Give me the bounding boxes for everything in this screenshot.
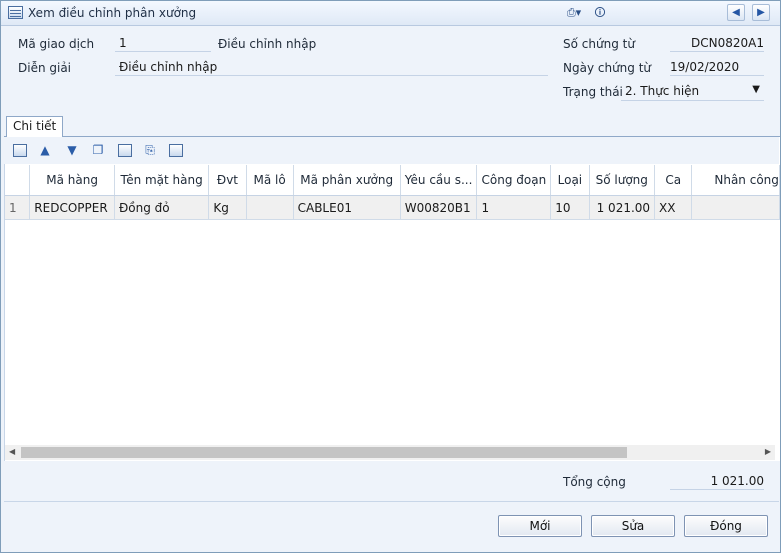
column-header-yeu-cau[interactable]: Yêu cầu s... — [400, 165, 478, 196]
transaction-code-field[interactable]: 1 — [115, 35, 211, 52]
transaction-type-text: Điều chỉnh nhập — [218, 37, 317, 51]
column-header-ma-phan-xuong[interactable]: Mã phân xưởng — [293, 165, 401, 196]
table-row[interactable]: 1 REDCOPPER Đồng đỏ Kg CABLE01 W00820B1 … — [5, 195, 780, 220]
next-record-icon[interactable]: ▶ — [752, 4, 770, 21]
document-number-field[interactable]: DCN0820A1 — [670, 35, 764, 52]
description-label: Diễn giải — [18, 61, 72, 75]
column-header-dvt[interactable]: Đvt — [208, 165, 247, 196]
status-label: Trạng thái — [563, 85, 623, 99]
print-icon[interactable]: ⎙▾ — [561, 5, 587, 21]
column-header-so-luong[interactable]: Số lượng — [589, 165, 656, 196]
detail-table: Mã hàng Tên mặt hàng Đvt Mã lô Mã phân x… — [5, 165, 780, 220]
column-header-ma-lo[interactable]: Mã lô — [246, 165, 294, 196]
columns-icon[interactable] — [169, 144, 183, 157]
close-button[interactable]: Đóng — [684, 515, 768, 537]
tab-strip: Chi tiết — [4, 114, 780, 137]
nhan-cong-cell[interactable] — [691, 195, 780, 220]
column-header-ten-mat-hang[interactable]: Tên mặt hàng — [114, 165, 210, 196]
table-header-row: Mã hàng Tên mặt hàng Đvt Mã lô Mã phân x… — [5, 165, 780, 196]
grid-toolbar: ▲ ▼ ❐ ⎘ — [4, 137, 779, 164]
description-field[interactable]: Điều chỉnh nhập — [115, 59, 548, 76]
total-label: Tổng cộng — [563, 475, 626, 489]
so-luong-cell[interactable]: 1 021.00 — [589, 195, 656, 220]
move-down-icon[interactable]: ▼ — [64, 142, 80, 158]
row-number-cell: 1 — [5, 195, 31, 220]
window-title: Xem điều chỉnh phân xưởng — [28, 6, 197, 20]
scrollbar-thumb[interactable] — [21, 447, 627, 458]
yeu-cau-cell[interactable]: W00820B1 — [400, 195, 478, 220]
info-icon[interactable]: 🛈 — [593, 5, 607, 21]
move-up-icon[interactable]: ▲ — [37, 142, 53, 158]
cong-doan-cell[interactable]: 1 — [476, 195, 552, 220]
ma-phan-xuong-cell[interactable]: CABLE01 — [293, 195, 401, 220]
export-icon[interactable]: ⎘ — [142, 142, 158, 158]
document-date-label: Ngày chứng từ — [563, 61, 652, 75]
edit-button[interactable]: Sửa — [591, 515, 675, 537]
column-header-ma-hang[interactable]: Mã hàng — [29, 165, 115, 196]
copy-icon[interactable]: ❐ — [90, 142, 106, 158]
new-button[interactable]: Mới — [498, 515, 582, 537]
main-window: Xem điều chỉnh phân xưởng ⎙▾ 🛈 ◀ ▶ Mã gi… — [0, 0, 781, 553]
tab-chi-tiet[interactable]: Chi tiết — [6, 116, 64, 137]
transaction-code-label: Mã giao dịch — [18, 37, 95, 51]
title-bar: Xem điều chỉnh phân xưởng ⎙▾ 🛈 ◀ ▶ — [1, 1, 780, 26]
ca-cell[interactable]: XX — [654, 195, 693, 220]
column-header-nhan-cong[interactable]: Nhân công — [691, 165, 780, 196]
prev-record-icon[interactable]: ◀ — [727, 4, 745, 21]
scroll-left-icon[interactable]: ◀ — [9, 447, 15, 456]
status-select[interactable]: 2. Thực hiện ▼ — [621, 82, 764, 101]
dvt-cell[interactable]: Kg — [208, 195, 247, 220]
horizontal-scrollbar[interactable]: ◀ ▶ — [5, 445, 775, 460]
delete-row-icon[interactable] — [118, 144, 132, 157]
column-header-cong-doan[interactable]: Công đoạn — [476, 165, 552, 196]
document-date-field[interactable]: 19/02/2020 — [670, 59, 764, 76]
column-header-loai[interactable]: Loại — [550, 165, 590, 196]
add-row-icon[interactable] — [13, 144, 27, 157]
footer-divider — [4, 501, 779, 502]
window-icon — [8, 6, 23, 19]
scroll-right-icon[interactable]: ▶ — [765, 447, 771, 456]
ten-mat-hang-cell[interactable]: Đồng đỏ — [114, 195, 210, 220]
total-value: 1 021.00 — [670, 473, 764, 490]
ma-hang-cell[interactable]: REDCOPPER — [29, 195, 115, 220]
document-number-label: Số chứng từ — [563, 37, 635, 51]
column-header-row-number[interactable] — [5, 165, 31, 196]
chevron-down-icon: ▼ — [752, 84, 760, 95]
column-header-ca[interactable]: Ca — [654, 165, 693, 196]
ma-lo-cell[interactable] — [246, 195, 294, 220]
loai-cell[interactable]: 10 — [550, 195, 590, 220]
status-value: 2. Thực hiện — [625, 84, 700, 98]
